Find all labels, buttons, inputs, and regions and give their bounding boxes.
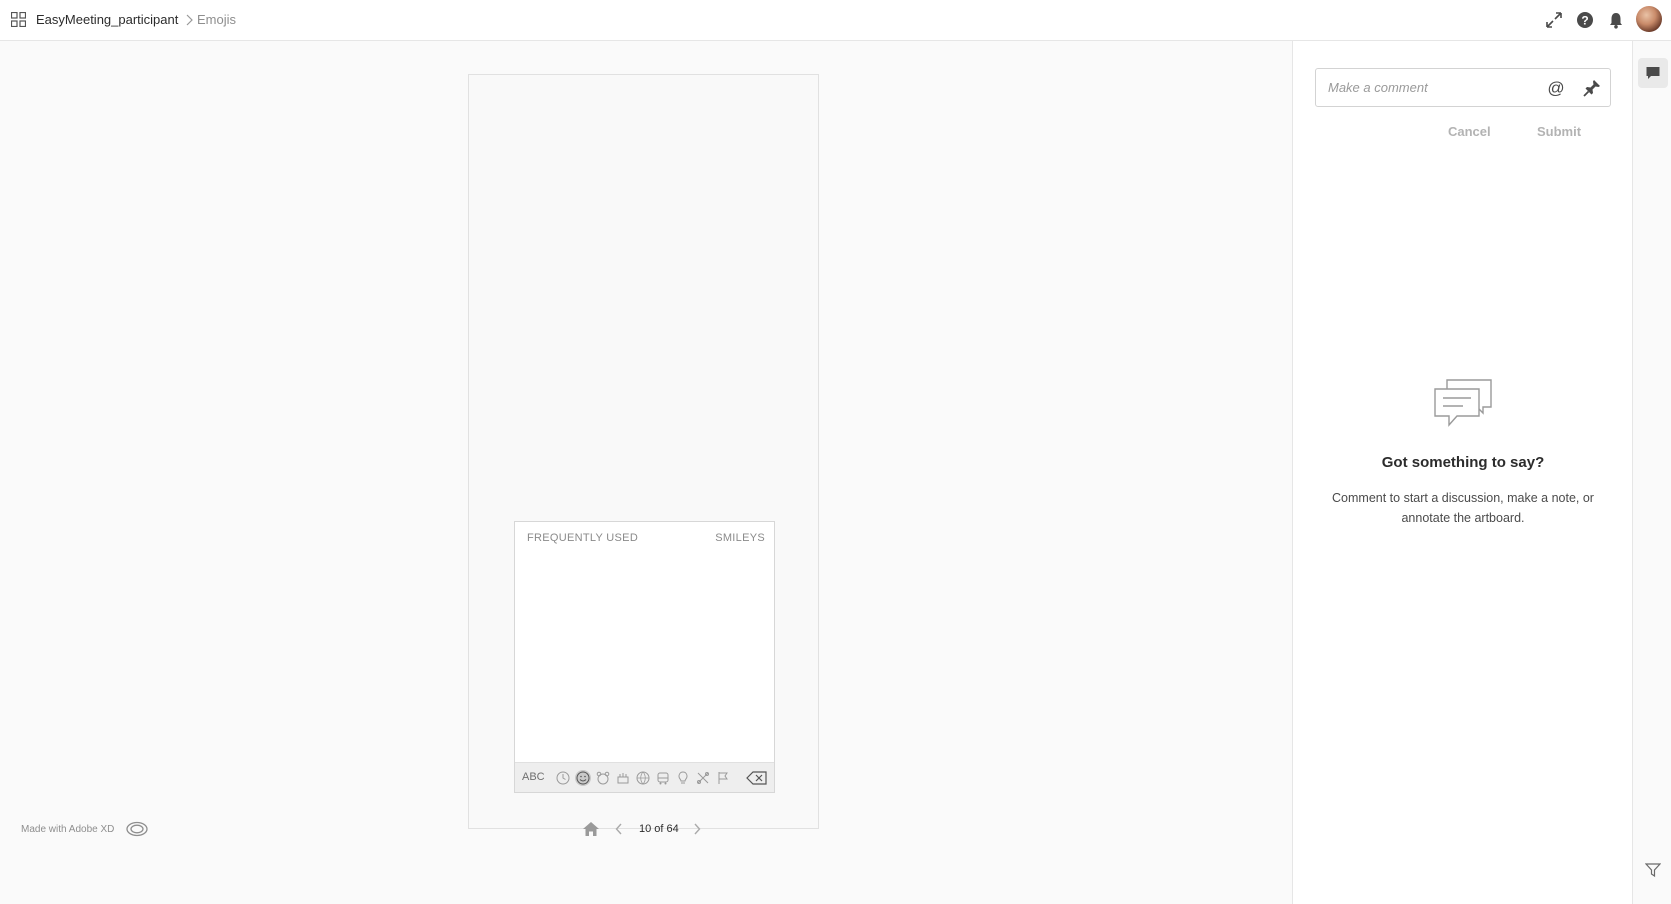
smiley-icon[interactable]: [575, 770, 591, 786]
pin-icon[interactable]: [1582, 78, 1602, 98]
submit-button[interactable]: Submit: [1537, 124, 1581, 139]
abc-key[interactable]: ABC: [522, 771, 545, 783]
recent-icon[interactable]: [555, 770, 571, 786]
filter-icon[interactable]: [1645, 862, 1661, 878]
chat-bubbles-icon: [1434, 379, 1492, 427]
breadcrumb-current: Emojis: [197, 12, 237, 27]
bell-icon[interactable]: [1606, 10, 1626, 30]
creative-cloud-icon: [126, 821, 148, 837]
grid-icon[interactable]: [11, 12, 26, 27]
right-rail: [1632, 41, 1671, 904]
comment-box: @: [1315, 68, 1611, 107]
animal-icon[interactable]: [595, 770, 611, 786]
delete-key-icon[interactable]: [746, 770, 768, 786]
comments-toggle-button[interactable]: [1638, 58, 1668, 88]
sports-icon[interactable]: [635, 770, 651, 786]
travel-icon[interactable]: [655, 770, 671, 786]
artboard[interactable]: FREQUENTLY USED SMILEYS ABC: [468, 74, 819, 829]
comment-icon: [1646, 67, 1660, 79]
prototype-canvas: FREQUENTLY USED SMILEYS ABC: [0, 41, 1291, 904]
avatar[interactable]: [1636, 6, 1662, 32]
breadcrumb-project[interactable]: EasyMeeting_participant: [36, 12, 178, 28]
help-icon[interactable]: ?: [1575, 10, 1595, 30]
made-with-adobe-xd: Made with Adobe XD: [21, 824, 115, 835]
emoji-keyboard: FREQUENTLY USED SMILEYS ABC: [514, 521, 775, 793]
flag-icon[interactable]: [715, 770, 731, 786]
comment-input[interactable]: [1328, 69, 1538, 106]
previous-page-icon[interactable]: [614, 822, 624, 836]
next-page-icon[interactable]: [692, 822, 702, 836]
comments-panel: @ Cancel Submit Got something to say? Co…: [1292, 41, 1632, 904]
symbols-icon[interactable]: [695, 770, 711, 786]
fullscreen-icon[interactable]: [1544, 10, 1564, 30]
svg-text:@: @: [1547, 79, 1564, 98]
chevron-right-icon: [186, 14, 193, 26]
keyboard-category-bar: ABC: [515, 762, 774, 792]
food-icon[interactable]: [615, 770, 631, 786]
top-header: EasyMeeting_participant Emojis ?: [0, 0, 1671, 41]
svg-text:?: ?: [1581, 14, 1588, 28]
objects-icon[interactable]: [675, 770, 691, 786]
empty-state-text: Comment to start a discussion, make a no…: [1332, 491, 1594, 525]
section-frequently-used: FREQUENTLY USED: [527, 532, 639, 544]
section-smileys: SMILEYS: [715, 532, 765, 544]
page-counter: 10 of 64: [639, 823, 679, 835]
mention-icon[interactable]: @: [1546, 78, 1566, 98]
cancel-button[interactable]: Cancel: [1448, 124, 1491, 139]
home-icon[interactable]: [582, 820, 600, 838]
empty-state-title: Got something to say?: [1381, 454, 1545, 471]
